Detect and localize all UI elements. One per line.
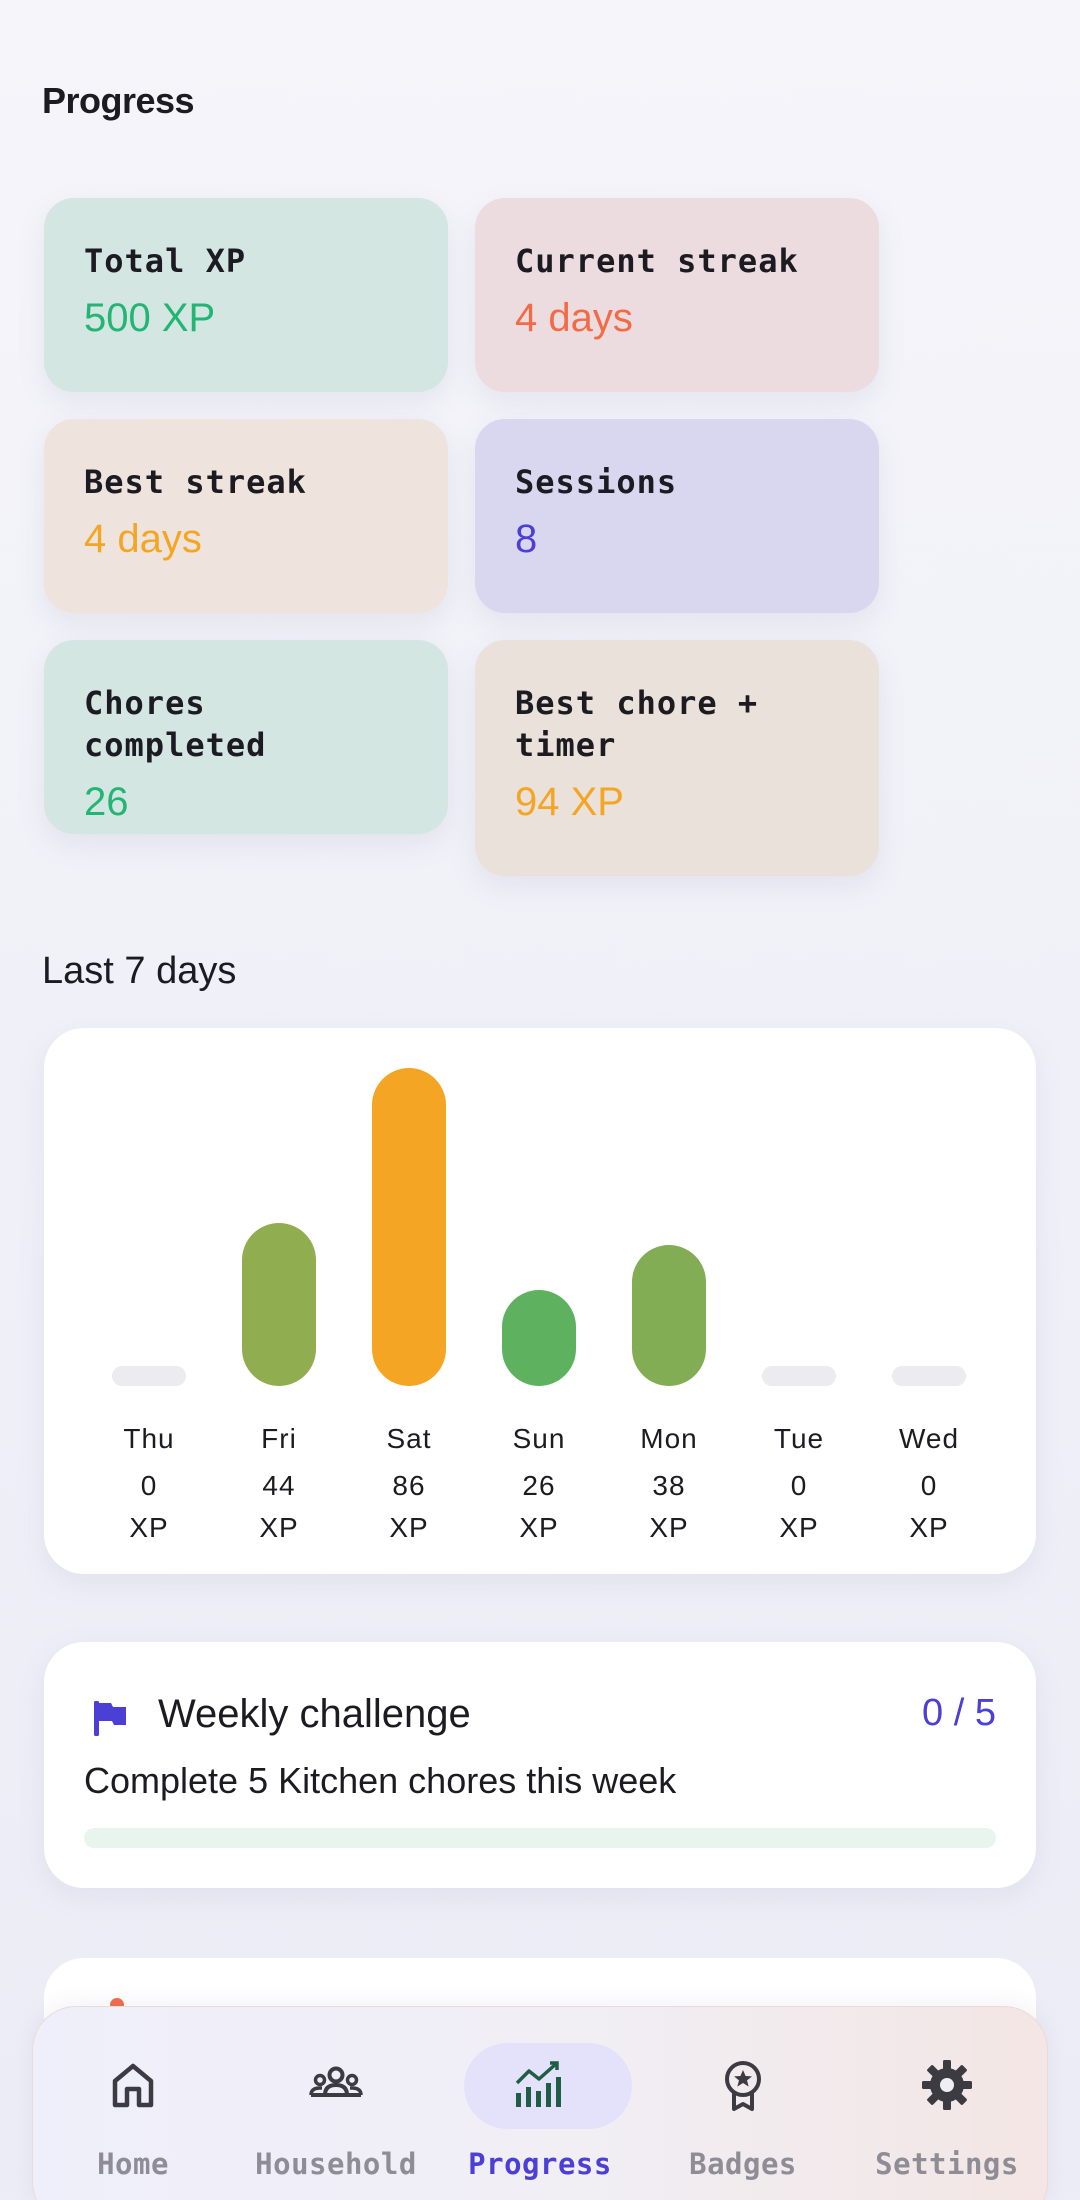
- stat-label: Sessions: [515, 463, 678, 501]
- bar-column-sat: Sat 86 XP: [372, 1028, 446, 1574]
- flag-icon: [94, 1701, 126, 1736]
- weekly-challenge-card: Weekly challenge 0 / 5 Complete 5 Kitche…: [44, 1642, 1036, 1888]
- challenge-count: 0 / 5: [922, 1692, 996, 1734]
- stat-label: Total XP: [84, 242, 247, 280]
- stat-value: 500 XP: [84, 296, 216, 340]
- stat-card-best-chore-timer: Best chore + timer 94 XP: [475, 640, 879, 876]
- stat-label: Current streak: [515, 242, 799, 280]
- day-label: Sun: [512, 1423, 566, 1454]
- xp-unit-label: XP: [519, 1512, 559, 1543]
- stat-value: 94 XP: [515, 780, 624, 824]
- xp-unit-label: XP: [129, 1512, 169, 1543]
- xp-unit-label: XP: [909, 1512, 949, 1543]
- stat-value: 26: [84, 780, 129, 824]
- day-label: Sat: [386, 1423, 432, 1454]
- weekly-xp-chart: Thu 0 XP Fri 44 XP Sat 86 XP Sun 26 XP Mon 38 XP Tue 0 XP…: [44, 1028, 1036, 1574]
- nav-item-home[interactable]: Home: [33, 2007, 233, 2197]
- xp-value-label: 44: [262, 1470, 296, 1501]
- stat-card-total-xp: Total XP 500 XP: [44, 198, 448, 392]
- section-title-last-7-days: Last 7 days: [42, 950, 237, 992]
- home-icon: [112, 2063, 154, 2108]
- stat-label: Chores completed: [84, 684, 267, 764]
- household-icon: [309, 2066, 363, 2097]
- nav-label-household: Household: [255, 2147, 417, 2181]
- stat-card-best-streak: Best streak 4 days: [44, 419, 448, 613]
- xp-value-label: 86: [392, 1470, 426, 1501]
- bar-column-thu: Thu 0 XP: [112, 1028, 186, 1574]
- page-title: Progress: [42, 80, 195, 121]
- xp-value-label: 38: [652, 1470, 686, 1501]
- xp-unit-label: XP: [259, 1512, 299, 1543]
- challenge-description: Complete 5 Kitchen chores this week: [84, 1760, 677, 1801]
- stat-label: Best streak: [84, 463, 307, 501]
- bar-column-sun: Sun 26 XP: [502, 1028, 576, 1574]
- nav-label-badges: Badges: [689, 2147, 797, 2181]
- xp-value-label: 0: [140, 1470, 158, 1501]
- bar-tue: [762, 1366, 836, 1386]
- day-label: Mon: [640, 1423, 698, 1454]
- bar-sat: [372, 1068, 446, 1386]
- day-label: Tue: [773, 1423, 825, 1454]
- bar-column-fri: Fri 44 XP: [242, 1028, 316, 1574]
- nav-label-settings: Settings: [875, 2147, 1019, 2181]
- gear-icon: [922, 2060, 972, 2110]
- badge-icon: [725, 2061, 761, 2111]
- xp-unit-label: XP: [389, 1512, 429, 1543]
- challenge-title: Weekly challenge: [158, 1692, 471, 1736]
- xp-value-label: 0: [790, 1470, 808, 1501]
- day-label: Fri: [261, 1423, 297, 1454]
- bottom-navigation: Home Household Progress Badges Settings: [32, 2006, 1048, 2200]
- nav-item-household[interactable]: Household: [236, 2007, 436, 2197]
- xp-unit-label: XP: [779, 1512, 819, 1543]
- stat-card-current-streak: Current streak 4 days: [475, 198, 879, 392]
- nav-item-badges[interactable]: Badges: [643, 2007, 843, 2197]
- stat-value: 8: [515, 517, 538, 561]
- stat-value: 4 days: [515, 296, 633, 340]
- nav-label-home: Home: [97, 2147, 169, 2181]
- xp-unit-label: XP: [649, 1512, 689, 1543]
- bar-wed: [892, 1366, 966, 1386]
- bar-column-wed: Wed 0 XP: [892, 1028, 966, 1574]
- xp-value-label: 0: [920, 1470, 938, 1501]
- bar-sun: [502, 1289, 576, 1386]
- xp-value-label: 26: [522, 1470, 556, 1501]
- bar-thu: [112, 1366, 186, 1386]
- day-label: Wed: [898, 1423, 960, 1454]
- nav-item-progress[interactable]: Progress: [440, 2007, 640, 2197]
- stat-label: Best chore + timer: [515, 684, 759, 764]
- challenge-progress-bar: [84, 1828, 996, 1848]
- stat-value: 4 days: [84, 517, 202, 561]
- nav-label-progress: Progress: [468, 2147, 612, 2181]
- day-label: Thu: [123, 1423, 175, 1454]
- stat-card-chores-completed: Chores completed 26: [44, 640, 448, 834]
- progress-chart-icon: [515, 2061, 561, 2107]
- bar-fri: [242, 1223, 316, 1386]
- bar-column-tue: Tue 0 XP: [762, 1028, 836, 1574]
- bar-column-mon: Mon 38 XP: [632, 1028, 706, 1574]
- nav-item-settings[interactable]: Settings: [847, 2007, 1047, 2197]
- bar-mon: [632, 1245, 706, 1386]
- stat-card-sessions: Sessions 8: [475, 419, 879, 613]
